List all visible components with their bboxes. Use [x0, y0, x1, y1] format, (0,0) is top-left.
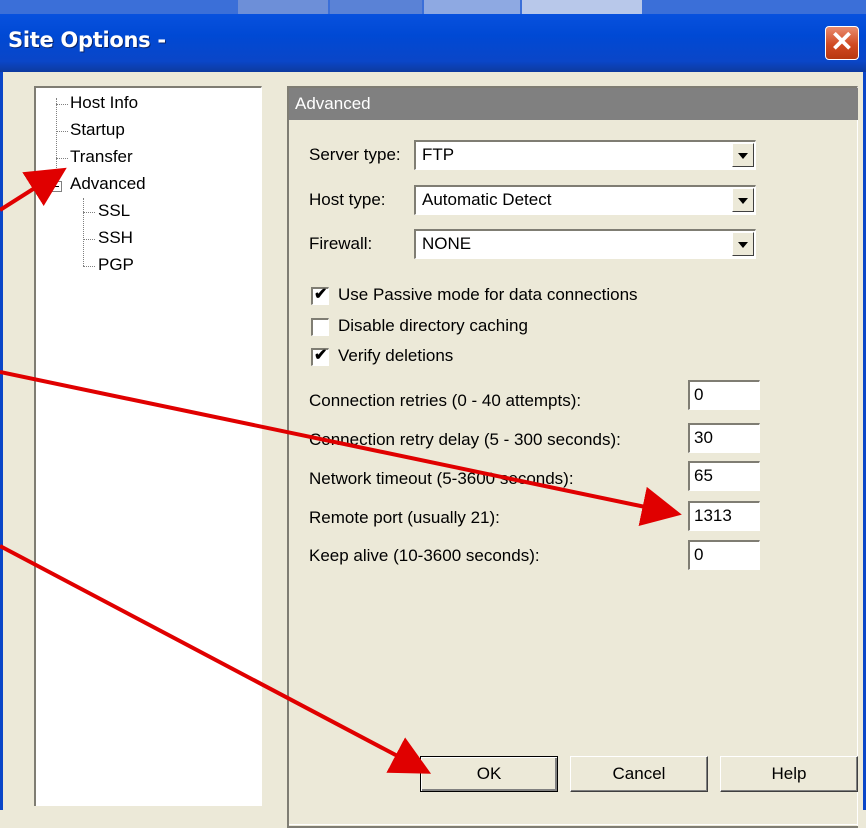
tree-connector	[83, 198, 84, 266]
retry-delay-label: Connection retry delay (5 - 300 seconds)…	[309, 430, 621, 449]
passive-mode-label[interactable]: Use Passive mode for data connections	[338, 285, 638, 305]
tree-item-transfer[interactable]: Transfer	[70, 147, 133, 167]
tree-connector	[83, 266, 95, 267]
close-button[interactable]: ✕	[825, 26, 859, 60]
retry-delay-input[interactable]: 30	[688, 423, 760, 453]
window-title: Site Options -	[8, 28, 166, 52]
keep-alive-label: Keep alive (10-3600 seconds):	[309, 546, 540, 565]
tree-connector	[56, 104, 68, 105]
background-strip-segment	[424, 0, 520, 14]
options-tree[interactable]: Host Info Startup Transfer Advanced SSL …	[34, 86, 262, 806]
background-strip-segment	[522, 0, 642, 14]
tree-item-advanced[interactable]: Advanced	[70, 174, 146, 194]
firewall-select[interactable]: NONE	[414, 229, 756, 259]
disable-caching-checkbox[interactable]	[311, 318, 329, 336]
tree-connector	[56, 158, 68, 159]
verify-deletions-checkbox[interactable]: ✔	[311, 347, 329, 366]
server-type-label: Server type:	[309, 145, 401, 164]
background-strip-segment	[330, 0, 422, 14]
network-timeout-label: Network timeout (5-3600 seconds):	[309, 469, 574, 488]
connection-retries-label: Connection retries (0 - 40 attempts):	[309, 391, 582, 410]
checkmark-icon: ✔	[314, 347, 328, 364]
network-timeout-input[interactable]: 65	[688, 461, 760, 491]
chevron-down-icon[interactable]	[732, 232, 754, 256]
tree-connector	[83, 239, 95, 240]
ok-button[interactable]: OK	[420, 756, 558, 792]
cancel-button[interactable]: Cancel	[570, 756, 708, 792]
server-type-select[interactable]: FTP	[414, 140, 756, 170]
tree-item-pgp[interactable]: PGP	[98, 255, 134, 275]
host-type-select[interactable]: Automatic Detect	[414, 185, 756, 215]
verify-deletions-label[interactable]: Verify deletions	[338, 346, 453, 366]
keep-alive-input[interactable]: 0	[688, 540, 760, 570]
collapse-icon[interactable]	[51, 181, 62, 192]
tree-connector	[56, 98, 57, 186]
tree-connector	[83, 212, 95, 213]
tree-item-ssl[interactable]: SSL	[98, 201, 130, 221]
tree-item-host-info[interactable]: Host Info	[70, 93, 138, 113]
chevron-down-icon[interactable]	[732, 188, 754, 212]
firewall-value: NONE	[422, 234, 472, 253]
connection-retries-input[interactable]: 0	[688, 380, 760, 410]
host-type-label: Host type:	[309, 190, 386, 209]
checkmark-icon: ✔	[314, 286, 328, 303]
remote-port-input[interactable]: 1313	[688, 501, 760, 531]
close-icon: ✕	[830, 26, 854, 57]
server-type-value: FTP	[422, 145, 455, 164]
host-type-value: Automatic Detect	[422, 190, 552, 209]
background-strip-segment	[238, 0, 328, 14]
firewall-label: Firewall:	[309, 234, 373, 253]
panel-divider	[289, 824, 858, 825]
passive-mode-checkbox[interactable]: ✔	[311, 286, 329, 305]
tree-item-ssh[interactable]: SSH	[98, 228, 133, 248]
remote-port-label: Remote port (usually 21):	[309, 508, 500, 527]
tree-item-startup[interactable]: Startup	[70, 120, 125, 140]
tree-connector	[56, 131, 68, 132]
disable-caching-label[interactable]: Disable directory caching	[338, 316, 528, 336]
chevron-down-icon[interactable]	[732, 143, 754, 167]
help-button[interactable]: Help	[720, 756, 858, 792]
advanced-panel-header: Advanced	[289, 88, 858, 120]
